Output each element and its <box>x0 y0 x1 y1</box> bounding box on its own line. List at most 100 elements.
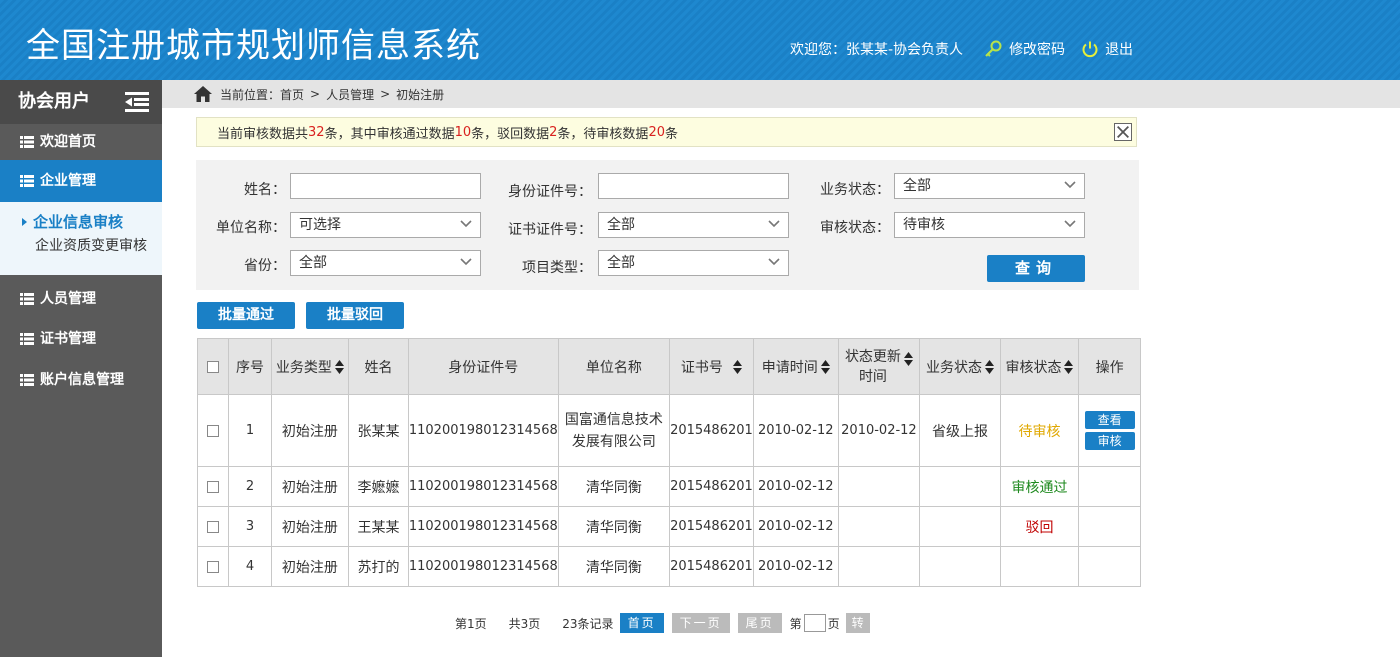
audit-status-select[interactable]: 待审核 <box>894 212 1085 238</box>
home-icon[interactable] <box>194 86 212 102</box>
notice-rejected-count: 2 <box>549 124 558 140</box>
select-all-checkbox[interactable] <box>207 360 220 373</box>
unit-select[interactable]: 可选择 <box>290 212 481 238</box>
col-apply-time[interactable]: 申请时间 <box>752 338 839 395</box>
col-status-update-label: 状态更新 时间 <box>845 347 901 387</box>
cell-unit: 国富通信息技术 发展有限公司 <box>557 394 670 467</box>
goto-page-input[interactable] <box>803 614 826 632</box>
batch-reject-button[interactable]: 批量驳回 <box>306 302 404 329</box>
col-biz-status-label: 业务状态 <box>926 359 983 376</box>
cell-cert-no: 2015486201 <box>668 466 754 507</box>
row-checkbox[interactable] <box>207 560 220 573</box>
sidebar-title: 协会用户 <box>0 80 162 124</box>
change-password-label: 修改密码 <box>1009 42 1066 58</box>
sidebar-item-account[interactable]: 账户信息管理 <box>0 359 162 401</box>
submenu-item-qualification-change[interactable]: 企业资质变更审核 <box>24 234 162 258</box>
view-button[interactable]: 查看 <box>1084 411 1135 429</box>
status-badge: 待审核 <box>1018 423 1061 440</box>
cell-audit-status <box>999 546 1080 587</box>
list-icon <box>20 333 34 345</box>
enterprise-submenu: 企业信息审核 企业资质变更审核 <box>0 202 162 275</box>
submenu-item-label: 企业信息审核 <box>33 213 124 231</box>
cell-biz-status <box>919 546 1001 587</box>
logout-link[interactable]: 退出 <box>1081 39 1133 59</box>
cell-cert-no: 2015486201 <box>668 394 754 467</box>
row-checkbox[interactable] <box>207 480 220 493</box>
breadcrumb-prefix: 当前位置： <box>220 87 281 102</box>
name-input[interactable] <box>290 173 481 199</box>
cell-unit-line1: 国富通信息技术 <box>564 411 663 428</box>
last-page-button[interactable]: 尾页 <box>737 613 782 633</box>
cell-unit: 清华同衡 <box>557 506 670 547</box>
cell-status-update <box>837 466 921 507</box>
row-checkbox[interactable] <box>207 520 220 533</box>
cell-ops <box>1078 466 1141 507</box>
cell-id-no: 110200198012314568 <box>407 546 559 587</box>
welcome-text: 欢迎您：张某某-协会负责人 <box>790 42 964 58</box>
change-password-link[interactable]: 修改密码 <box>983 39 1065 59</box>
province-select[interactable]: 全部 <box>290 250 481 276</box>
sidebar-item-certificate[interactable]: 证书管理 <box>0 319 162 359</box>
chevron-right-icon: > <box>310 87 321 101</box>
sort-icon <box>820 359 830 374</box>
col-cert-no[interactable]: 证书号 <box>668 338 754 395</box>
cell-apply-time: 2010-02-12 <box>752 546 839 587</box>
table-header-row: 序号 业务类型 姓名 身份证件号 单位名称 证书号 申请时间 状态更新 时间 业务… <box>196 338 1141 395</box>
cell-audit-status: 驳回 <box>999 506 1080 547</box>
row-checkbox[interactable] <box>207 424 220 437</box>
cell-seq: 1 <box>228 394 272 467</box>
unit-value: 可选择 <box>299 217 341 233</box>
close-icon[interactable] <box>1114 123 1132 141</box>
col-biz-type[interactable]: 业务类型 <box>270 338 350 395</box>
chevron-down-icon <box>768 220 780 228</box>
batch-pass-button[interactable]: 批量通过 <box>197 302 295 329</box>
col-biz-type-label: 业务类型 <box>275 359 332 376</box>
cell-cert-no: 2015486201 <box>668 506 754 547</box>
query-button[interactable]: 查询 <box>987 255 1085 282</box>
list-icon <box>20 175 34 187</box>
col-status-update[interactable]: 状态更新 时间 <box>837 338 921 395</box>
notice-total-count: 32 <box>308 124 325 140</box>
sort-icon <box>985 359 995 374</box>
cell-biz-type: 初始注册 <box>270 466 350 507</box>
cell-name: 苏打的 <box>348 546 409 587</box>
breadcrumb: 当前位置： 首页 > 人员管理 > 初始注册 <box>162 80 1400 108</box>
province-value: 全部 <box>299 255 327 271</box>
submenu-item-enterprise-audit[interactable]: 企业信息审核 <box>22 210 162 234</box>
table-row: 1 初始注册 张某某 110200198012314568 国富通信息技术 发展有… <box>196 394 1141 467</box>
breadcrumb-personnel[interactable]: 人员管理 <box>326 86 374 103</box>
sidebar-item-welcome[interactable]: 欢迎首页 <box>0 124 162 160</box>
list-icon <box>20 293 34 305</box>
col-biz-status[interactable]: 业务状态 <box>919 338 1001 395</box>
unit-label: 单位名称： <box>216 220 286 236</box>
id-label: 身份证件号： <box>508 184 592 200</box>
col-status-update-line1: 状态更新 <box>844 348 901 365</box>
results-table: 序号 业务类型 姓名 身份证件号 单位名称 证书号 申请时间 状态更新 时间 业务… <box>196 338 1141 587</box>
cell-seq: 3 <box>228 506 272 547</box>
collapse-menu-icon[interactable] <box>125 91 149 113</box>
biz-status-select[interactable]: 全部 <box>894 173 1085 199</box>
sidebar-item-enterprise[interactable]: 企业管理 <box>0 160 162 202</box>
cert-select[interactable]: 全部 <box>598 212 789 238</box>
audit-status-value: 待审核 <box>903 217 945 233</box>
notice-text: 条，其中审核通过数据 <box>324 126 455 142</box>
cell-ops <box>1078 506 1141 547</box>
goto-button[interactable]: 转 <box>845 613 870 633</box>
col-id-no: 身份证件号 <box>407 338 559 395</box>
notice-text: 当前审核数据共 <box>217 126 309 142</box>
id-input[interactable] <box>598 173 789 199</box>
project-select[interactable]: 全部 <box>598 250 789 276</box>
audit-button[interactable]: 审核 <box>1084 432 1135 450</box>
cell-audit-status: 待审核 <box>999 394 1080 467</box>
list-icon <box>20 136 34 148</box>
breadcrumb-home[interactable]: 首页 <box>280 86 304 103</box>
cell-ops: 查看 审核 <box>1078 394 1141 467</box>
sidebar-item-label: 欢迎首页 <box>40 134 96 150</box>
goto-suffix: 页 <box>827 616 840 631</box>
first-page-button[interactable]: 首页 <box>619 613 664 633</box>
col-unit: 单位名称 <box>557 338 670 395</box>
next-page-button[interactable]: 下一页 <box>671 613 730 633</box>
pagination: 第1页 共3页 23条记录 首页 下一页 尾页 第 页 转 <box>455 613 870 633</box>
col-audit-status[interactable]: 审核状态 <box>999 338 1080 395</box>
sidebar-item-personnel[interactable]: 人员管理 <box>0 279 162 319</box>
